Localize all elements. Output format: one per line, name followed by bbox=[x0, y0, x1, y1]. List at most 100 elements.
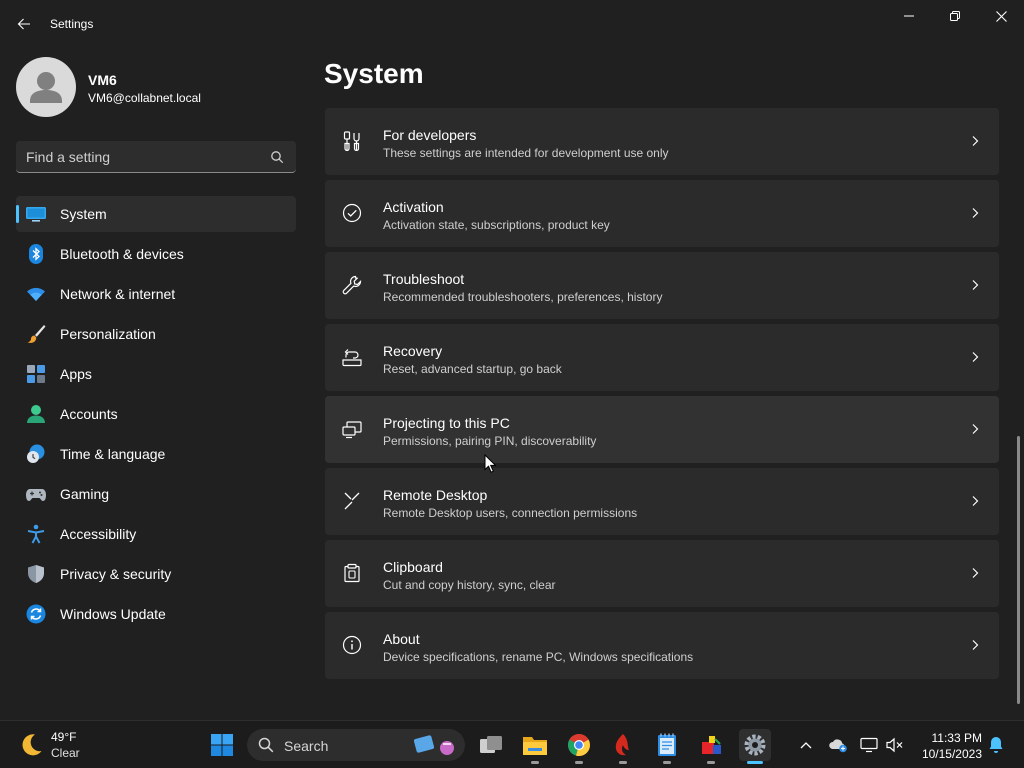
task-view-icon bbox=[480, 736, 502, 753]
card-for-developers[interactable]: For developers These settings are intend… bbox=[325, 108, 999, 175]
weather-temperature[interactable]: 49°F bbox=[51, 730, 76, 744]
card-remote-desktop[interactable]: Remote Desktop Remote Desktop users, con… bbox=[325, 468, 999, 535]
minimize-button[interactable] bbox=[886, 0, 932, 32]
running-indicator bbox=[619, 761, 627, 764]
wrench-icon bbox=[342, 275, 362, 295]
red-app-button[interactable] bbox=[607, 729, 639, 764]
card-description: Permissions, pairing PIN, discoverabilit… bbox=[383, 434, 597, 448]
projector-icon bbox=[342, 421, 362, 439]
page-title: System bbox=[324, 58, 424, 89]
sidebar-item-label: Time & language bbox=[60, 446, 166, 462]
notifications-button[interactable] bbox=[986, 735, 1006, 755]
card-title: For developers bbox=[383, 127, 477, 143]
clipboard-icon bbox=[344, 563, 360, 583]
sidebar-item-label: Accounts bbox=[60, 406, 118, 422]
file-explorer-icon bbox=[523, 737, 547, 755]
card-description: Device specifications, rename PC, Window… bbox=[383, 650, 694, 664]
running-indicator bbox=[575, 761, 583, 764]
search-input[interactable] bbox=[26, 141, 266, 172]
card-projecting[interactable]: Projecting to this PC Permissions, pairi… bbox=[325, 396, 999, 463]
card-title: Recovery bbox=[383, 343, 443, 359]
close-button[interactable] bbox=[978, 0, 1024, 32]
sidebar-item-label: Apps bbox=[60, 366, 92, 382]
show-hidden-icons-button[interactable] bbox=[796, 735, 816, 755]
moon-icon[interactable] bbox=[18, 732, 44, 758]
card-title: About bbox=[383, 631, 420, 647]
file-explorer-button[interactable] bbox=[519, 729, 551, 764]
search-icon bbox=[258, 737, 274, 753]
clock-time[interactable]: 11:33 PM bbox=[920, 731, 982, 745]
start-icon bbox=[211, 734, 233, 756]
sidebar-item-label: Personalization bbox=[60, 326, 156, 342]
settings-list: For developers These settings are intend… bbox=[325, 108, 999, 684]
sidebar-item-gaming[interactable]: Gaming bbox=[16, 476, 296, 512]
card-description: These settings are intended for developm… bbox=[383, 146, 669, 160]
settings-taskbar-button[interactable] bbox=[739, 729, 771, 764]
network-tray-button[interactable] bbox=[859, 735, 879, 755]
card-description: Remote Desktop users, connection permiss… bbox=[383, 506, 638, 520]
sidebar-item-time-language[interactable]: Time & language bbox=[16, 436, 296, 472]
controller-icon bbox=[26, 484, 46, 504]
taskbar-search[interactable]: Search bbox=[247, 729, 465, 761]
card-activation[interactable]: Activation Activation state, subscriptio… bbox=[325, 180, 999, 247]
sidebar-item-apps[interactable]: Apps bbox=[16, 356, 296, 392]
task-view-button[interactable] bbox=[475, 729, 507, 761]
card-title: Remote Desktop bbox=[383, 487, 488, 503]
clock-date[interactable]: 10/15/2023 bbox=[916, 747, 982, 761]
sidebar-item-label: Gaming bbox=[60, 486, 110, 502]
sidebar-item-label: Accessibility bbox=[60, 526, 137, 542]
settings-search[interactable] bbox=[16, 141, 296, 173]
globe-clock-icon bbox=[26, 444, 46, 464]
card-troubleshoot[interactable]: Troubleshoot Recommended troubleshooters… bbox=[325, 252, 999, 319]
onedrive-button[interactable] bbox=[828, 735, 848, 755]
running-indicator bbox=[707, 761, 715, 764]
sidebar-item-bluetooth[interactable]: Bluetooth & devices bbox=[16, 236, 296, 272]
recovery-icon bbox=[342, 349, 362, 367]
chevron-right-icon bbox=[972, 136, 979, 146]
start-button[interactable] bbox=[206, 729, 238, 761]
notepad-button[interactable] bbox=[651, 729, 683, 764]
sidebar-nav: System Bluetooth & devices Network & int… bbox=[16, 196, 296, 636]
sidebar-item-accounts[interactable]: Accounts bbox=[16, 396, 296, 432]
sidebar-item-label: Bluetooth & devices bbox=[60, 246, 184, 262]
running-indicator bbox=[531, 761, 539, 764]
sidebar-item-label: System bbox=[60, 206, 107, 222]
sidebar-item-system[interactable]: System bbox=[16, 196, 296, 232]
title-bar: Settings bbox=[0, 0, 1024, 48]
user-name: VM6 bbox=[88, 72, 117, 88]
volume-tray-button[interactable] bbox=[885, 735, 905, 755]
card-about[interactable]: About Device specifications, rename PC, … bbox=[325, 612, 999, 679]
taskbar-search-label: Search bbox=[284, 738, 329, 754]
chevron-up-icon bbox=[800, 742, 812, 749]
volume-muted-icon bbox=[886, 737, 903, 753]
sidebar-item-privacy[interactable]: Privacy & security bbox=[16, 556, 296, 592]
card-title: Troubleshoot bbox=[383, 271, 465, 287]
card-clipboard[interactable]: Clipboard Cut and copy history, sync, cl… bbox=[325, 540, 999, 607]
chevron-right-icon bbox=[972, 640, 979, 650]
sidebar-item-windows-update[interactable]: Windows Update bbox=[16, 596, 296, 632]
restore-icon bbox=[950, 11, 960, 21]
accounts-icon bbox=[26, 404, 46, 424]
weather-condition[interactable]: Clear bbox=[51, 746, 80, 760]
restore-button[interactable] bbox=[932, 0, 978, 32]
sidebar-item-network[interactable]: Network & internet bbox=[16, 276, 296, 312]
user-email: VM6@collabnet.local bbox=[88, 91, 201, 105]
sidebar-item-personalization[interactable]: Personalization bbox=[16, 316, 296, 352]
chevron-right-icon bbox=[972, 424, 979, 434]
app-red-icon bbox=[615, 734, 629, 756]
scrollbar-thumb[interactable] bbox=[1017, 436, 1020, 704]
card-recovery[interactable]: Recovery Reset, advanced startup, go bac… bbox=[325, 324, 999, 391]
chevron-right-icon bbox=[972, 496, 979, 506]
sidebar-item-accessibility[interactable]: Accessibility bbox=[16, 516, 296, 552]
active-indicator bbox=[747, 761, 763, 764]
chrome-button[interactable] bbox=[563, 729, 595, 764]
minimize-icon bbox=[904, 15, 914, 17]
chevron-right-icon bbox=[972, 352, 979, 362]
pinned-app-button[interactable] bbox=[695, 729, 727, 764]
back-arrow-icon bbox=[17, 18, 30, 30]
checkmark-circle-icon bbox=[342, 203, 362, 223]
avatar[interactable] bbox=[16, 57, 76, 117]
search-icon[interactable] bbox=[270, 150, 284, 164]
bell-icon bbox=[989, 737, 1003, 753]
back-button[interactable] bbox=[8, 8, 40, 40]
